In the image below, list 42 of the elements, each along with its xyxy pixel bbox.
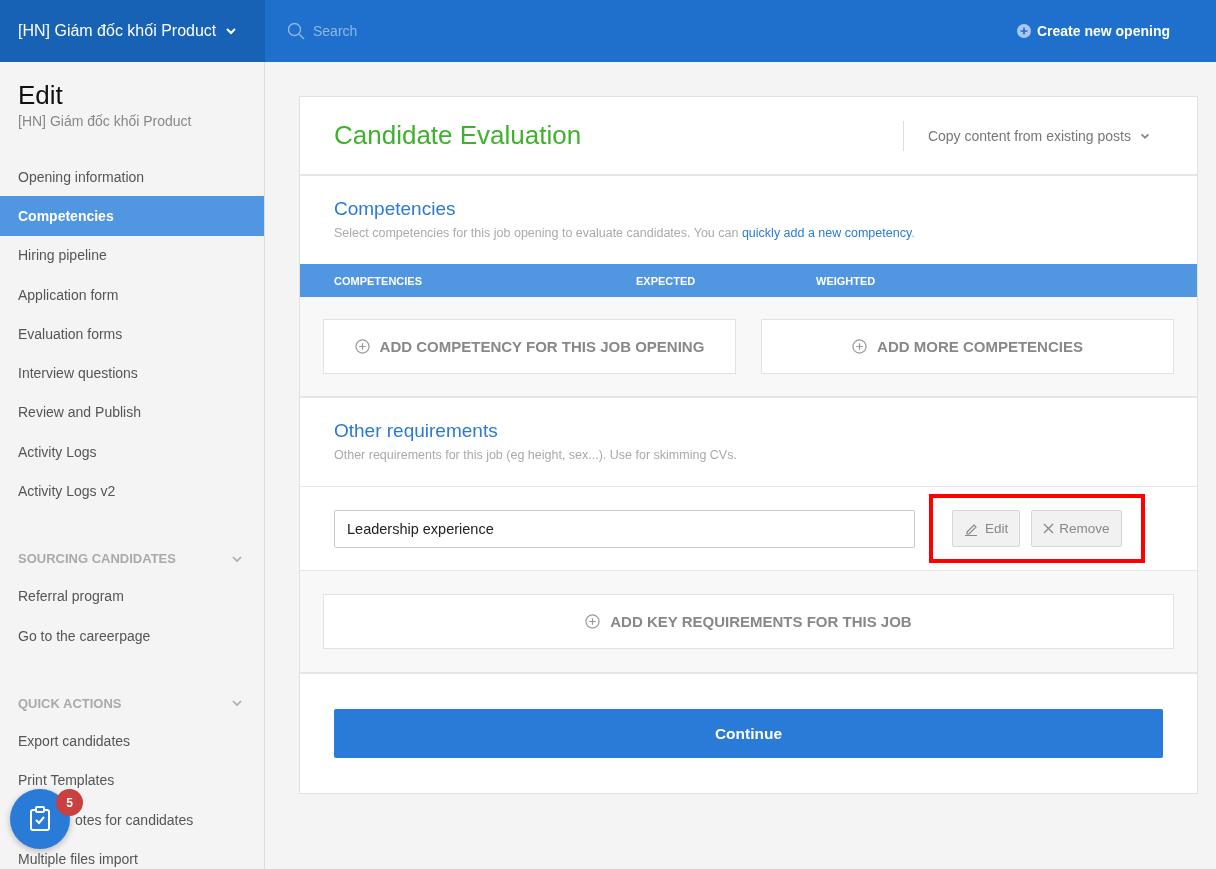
sidebar-link[interactable]: Multiple files import — [18, 850, 138, 867]
sidebar-item[interactable]: Review and Publish — [0, 392, 264, 433]
page-title: Edit — [17, 80, 64, 111]
sidebar-item[interactable]: Activity Logs v2 — [0, 471, 264, 511]
sidebar-item[interactable]: Hiring pipeline — [0, 235, 264, 275]
sidebar-link[interactable]: Print Templates — [18, 772, 115, 789]
plus-circle-icon — [585, 614, 601, 629]
add-requirement-button[interactable]: ADD KEY REQUIREMENTS FOR THIS JOB — [323, 594, 1174, 649]
sidebar-item[interactable]: Interview questions — [0, 353, 264, 393]
clipboard-check-icon — [28, 806, 52, 832]
sidebar-item[interactable]: Application form — [0, 274, 264, 315]
opening-name: [HN] Giám đốc khối Product — [17, 112, 193, 129]
count-badge: 5 — [56, 789, 83, 816]
section-heading: Other requirements — [334, 420, 499, 442]
search-field[interactable]: Search — [311, 22, 611, 40]
section-description: Select competencies for this job opening to evaluate candidates. You can quickly add a new competency. — [334, 226, 916, 240]
close-icon — [1043, 523, 1055, 534]
plus-circle-icon — [852, 339, 868, 354]
add-competency-button[interactable]: ADD COMPETENCY FOR THIS JOB OPENING — [323, 319, 736, 374]
sidebar-link[interactable]: Export candidates — [18, 732, 131, 749]
sidebar-item[interactable]: Opening information — [0, 157, 264, 197]
section-title: QUICK ACTIONS — [18, 695, 122, 711]
sidebar-item[interactable]: Evaluation forms — [0, 314, 264, 354]
sidebar-item[interactable]: Activity Logs — [0, 432, 264, 472]
search-icon — [287, 22, 305, 40]
card-title: Candidate Evaluation — [334, 120, 582, 151]
workspace-selector[interactable]: [HN] Giám đốc khối Product — [0, 0, 265, 62]
section-heading: Competencies — [334, 198, 457, 220]
requirement-field[interactable]: Leadership experience — [334, 509, 915, 548]
sidebar-link[interactable]: Go to the careerpage — [18, 627, 151, 644]
copy-content-dropdown[interactable]: Copy content from existing posts — [902, 120, 1163, 151]
create-opening-button[interactable]: Create new opening — [1010, 0, 1176, 62]
column-header: EXPECTED — [636, 274, 697, 287]
column-header: COMPETENCIES — [334, 274, 423, 287]
column-header: WEIGHTED — [816, 274, 877, 287]
plus-circle-icon — [1016, 24, 1031, 38]
sidebar-link[interactable]: Referral program — [18, 588, 124, 605]
add-competency-button[interactable]: ADD MORE COMPETENCIES — [761, 319, 1174, 374]
continue-button[interactable]: Continue — [334, 709, 1163, 758]
section-description: Other requirements for this job (eg height, sex...). Use for skimming CVs. — [334, 448, 738, 462]
plus-circle-icon — [354, 339, 370, 354]
section-title: SOURCING CANDIDATES — [18, 551, 176, 567]
